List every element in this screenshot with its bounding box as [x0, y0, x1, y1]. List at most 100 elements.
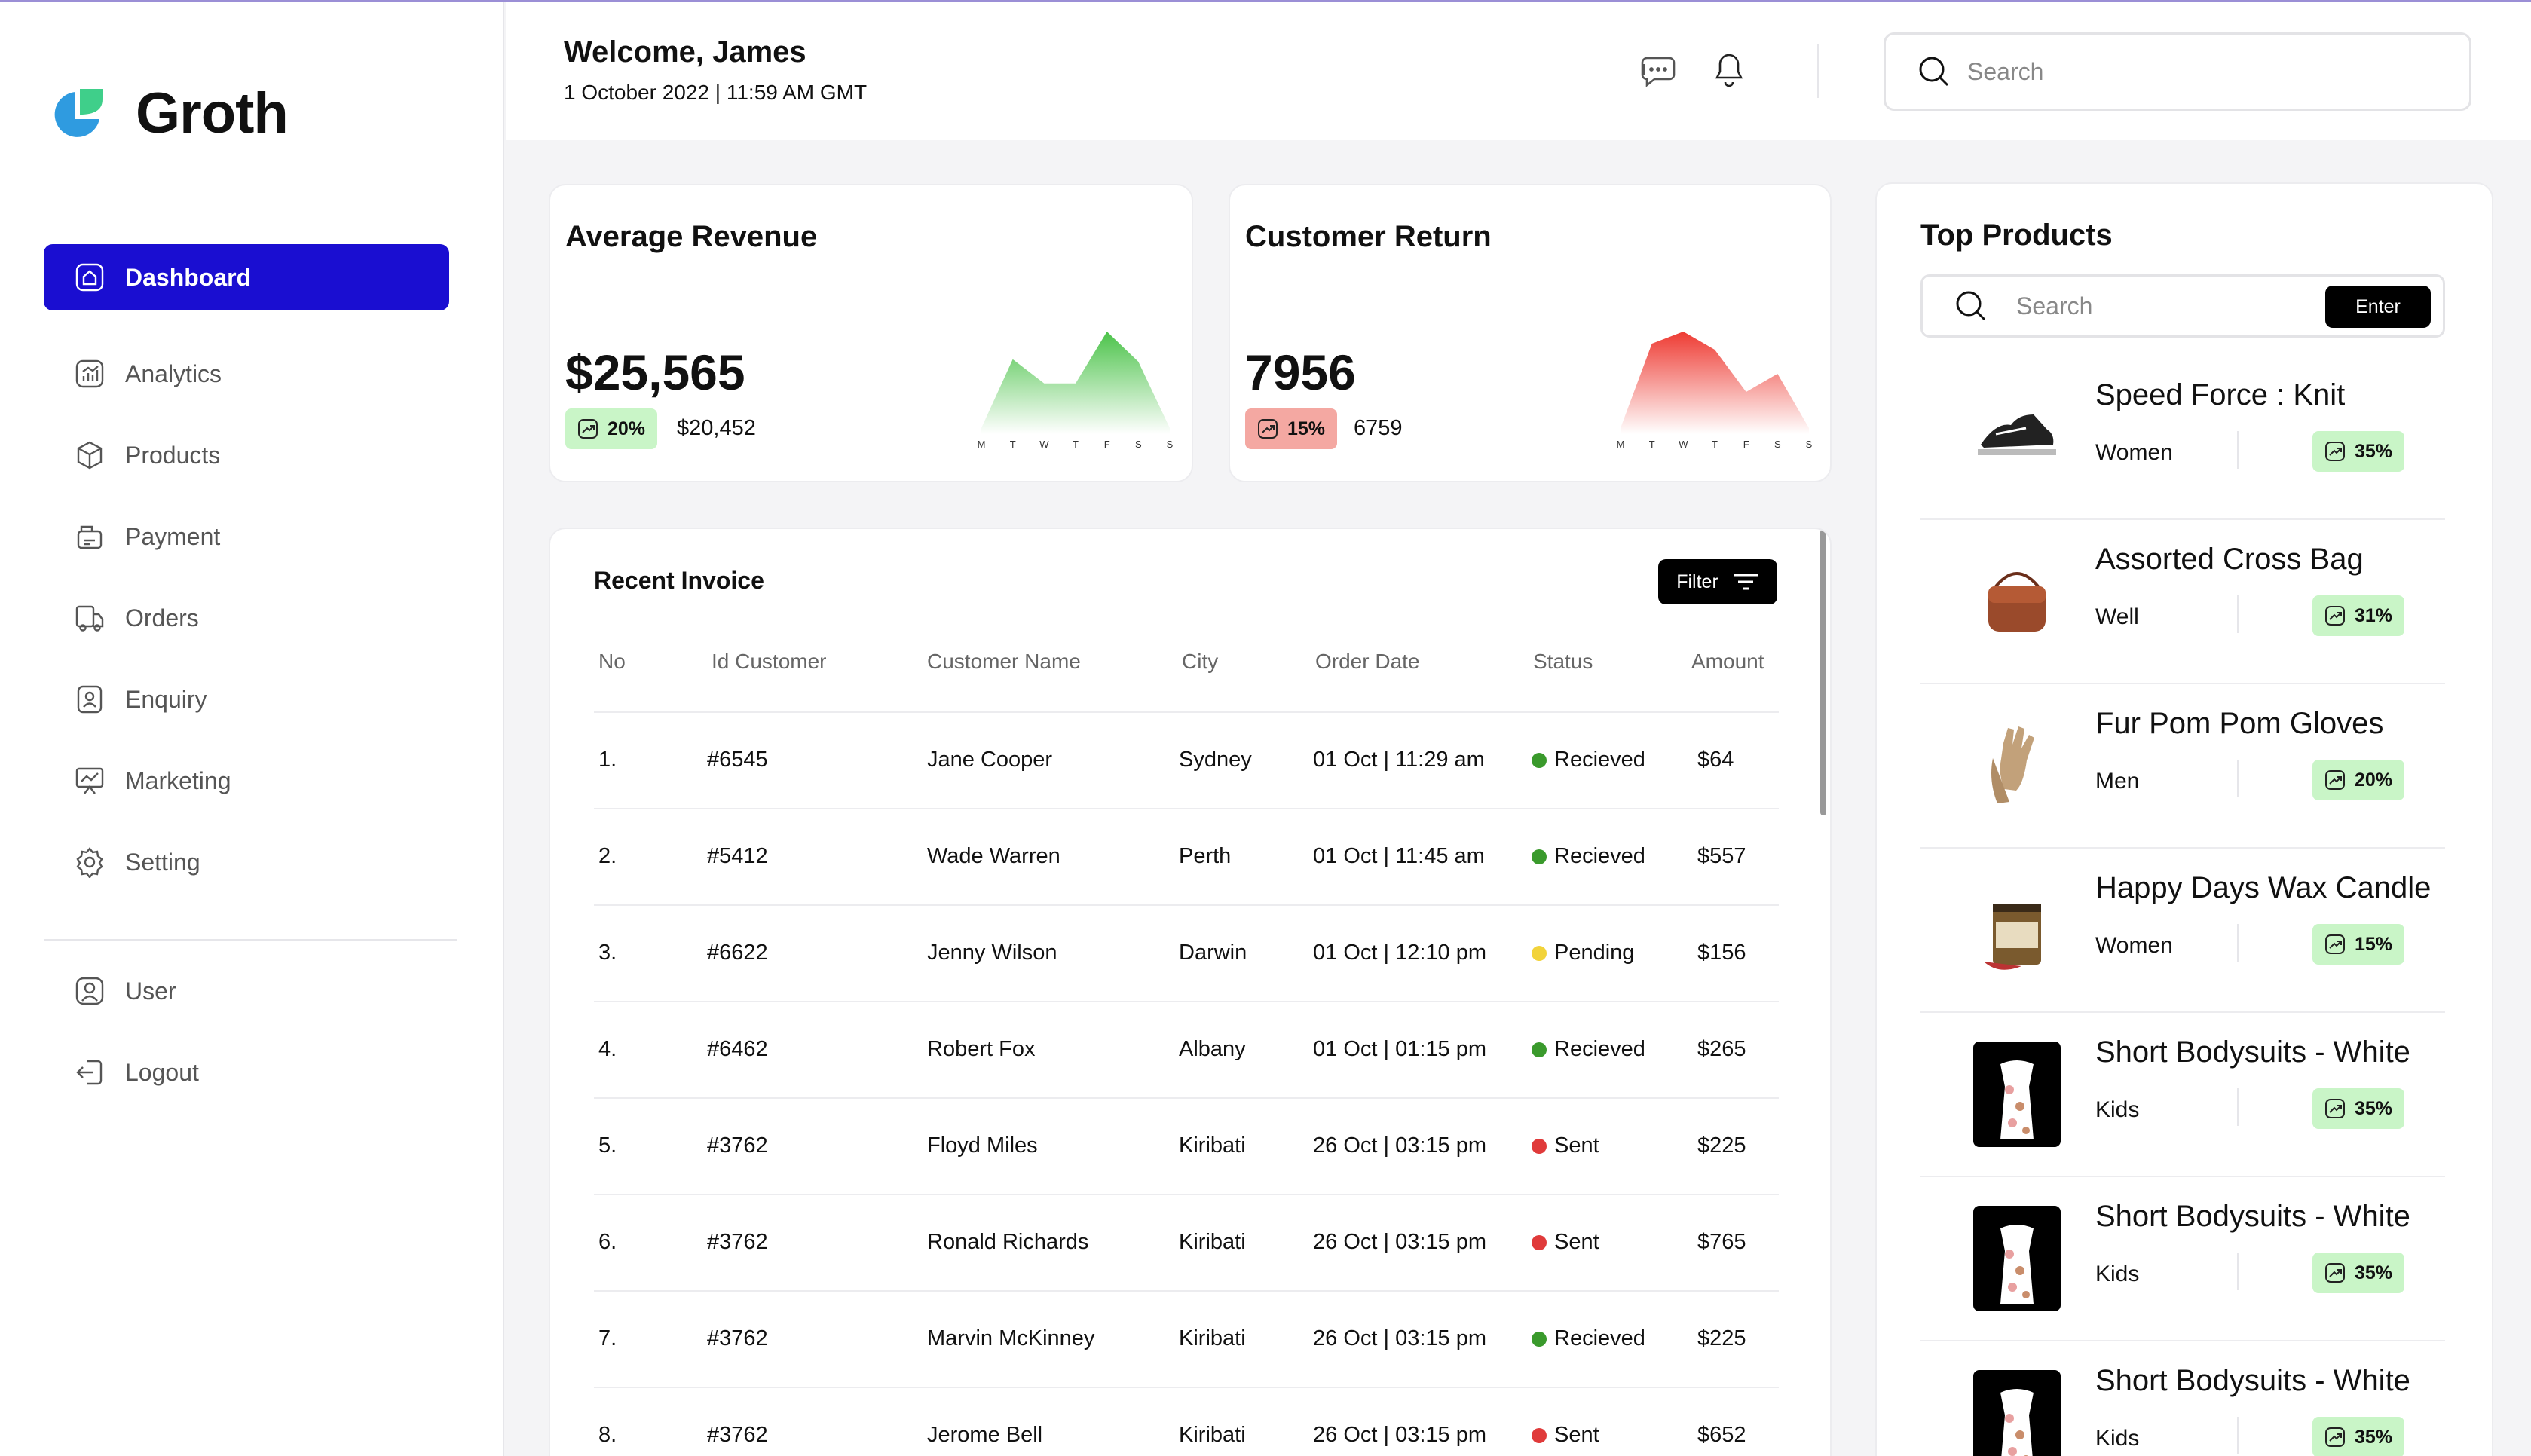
sidebar-item-label: Marketing — [125, 766, 231, 794]
cell-order-date: 26 Oct | 03:15 pm — [1313, 1326, 1486, 1350]
sidebar-item-marketing[interactable]: Marketing — [44, 748, 449, 814]
cell-id: #6545 — [707, 748, 768, 772]
day-tick-label: T — [1712, 439, 1718, 449]
cell-status: Recieved — [1532, 844, 1645, 869]
product-image-bodysuit — [1973, 1042, 2061, 1147]
sidebar-item-orders[interactable]: Orders — [44, 585, 449, 651]
table-row[interactable]: 1. #6545 Jane Cooper Sydney 01 Oct | 11:29 a… — [594, 711, 1779, 808]
product-change-value: 20% — [2355, 769, 2393, 791]
cell-amount: $557 — [1697, 844, 1746, 868]
product-change-value: 15% — [2355, 933, 2393, 955]
product-search[interactable]: Enter — [1920, 274, 2445, 338]
invoice-scrollbar[interactable] — [1820, 529, 1826, 815]
sidebar-item-label: Payment — [125, 522, 221, 550]
product-item[interactable]: Short Bodysuits - White Kids 35% — [1920, 1341, 2445, 1456]
product-change-value: 35% — [2355, 440, 2393, 462]
product-search-input[interactable] — [2016, 292, 2303, 320]
sidebar-item-payment[interactable]: Payment — [44, 503, 449, 570]
product-change-value: 31% — [2355, 604, 2393, 626]
product-item[interactable]: Fur Pom Pom Gloves Men 20% — [1920, 684, 2445, 849]
trend-up-icon — [2325, 442, 2345, 461]
cell-status: Sent — [1532, 1423, 1599, 1448]
product-image-gloves — [1973, 713, 2061, 818]
cell-customer-name: Marvin McKinney — [927, 1326, 1095, 1350]
table-row[interactable]: 8. #3762 Jerome Bell Kiribati 26 Oct | 03:15… — [594, 1387, 1779, 1456]
table-row[interactable]: 2. #5412 Wade Warren Perth 01 Oct | 11:45 am… — [594, 808, 1779, 904]
sidebar-item-label: Orders — [125, 604, 199, 632]
product-item[interactable]: Short Bodysuits - White Kids 35% — [1920, 1013, 2445, 1177]
cell-city: Kiribati — [1179, 1326, 1246, 1350]
brand[interactable]: Groth — [50, 81, 289, 146]
product-item[interactable]: Happy Days Wax Candle Women 15% — [1920, 849, 2445, 1013]
sidebar-item-label: Products — [125, 441, 221, 469]
product-name: Short Bodysuits - White — [2095, 1035, 2410, 1069]
product-separator — [2237, 1253, 2239, 1290]
truck-icon — [74, 602, 106, 634]
cell-status: Recieved — [1532, 1326, 1645, 1351]
status-label: Recieved — [1554, 844, 1645, 868]
status-label: Recieved — [1554, 1037, 1645, 1061]
product-image-candle — [1973, 877, 2061, 983]
product-separator — [2237, 1417, 2239, 1454]
cell-status: Sent — [1532, 1133, 1599, 1158]
header-search[interactable] — [1884, 32, 2471, 111]
sidebar-item-analytics[interactable]: Analytics — [44, 341, 449, 407]
status-dot — [1532, 849, 1547, 864]
table-row[interactable]: 6. #3762 Ronald Richards Kiribati 26 Oct | 0… — [594, 1194, 1779, 1290]
current-datetime: 1 October 2022 | 11:59 AM GMT — [564, 81, 868, 104]
table-row[interactable]: 3. #6622 Jenny Wilson Darwin 01 Oct | 12:10 … — [594, 904, 1779, 1001]
top-products-title: Top Products — [1920, 219, 2113, 252]
sidebar-item-enquiry[interactable]: Enquiry — [44, 666, 449, 733]
cell-order-date: 26 Oct | 03:15 pm — [1313, 1230, 1486, 1254]
trend-up-icon — [578, 419, 598, 439]
cell-no: 4. — [598, 1037, 617, 1061]
product-change-badge: 35% — [2312, 1253, 2405, 1293]
product-category: Kids — [2095, 1262, 2140, 1286]
product-item[interactable]: Assorted Cross Bag Well 31% — [1920, 520, 2445, 684]
sidebar-item-setting[interactable]: Setting — [44, 829, 449, 895]
cell-amount: $225 — [1697, 1326, 1746, 1350]
card-title: Customer Return — [1245, 220, 1492, 253]
product-item[interactable]: Speed Force : Knit Women 35% — [1920, 356, 2445, 520]
cell-amount: $156 — [1697, 941, 1746, 965]
product-item[interactable]: Short Bodysuits - White Kids 35% — [1920, 1177, 2445, 1341]
product-image-bag — [1973, 549, 2061, 654]
filter-button[interactable]: Filter — [1658, 559, 1777, 604]
day-tick-label: S — [1806, 439, 1813, 449]
sidebar-item-user[interactable]: User — [44, 958, 449, 1024]
sidebar-item-logout[interactable]: Logout — [44, 1039, 449, 1106]
enter-button[interactable]: Enter — [2325, 286, 2431, 328]
product-change-value: 35% — [2355, 1426, 2393, 1448]
cell-id: #3762 — [707, 1326, 768, 1350]
average-revenue-card: Average Revenue $25,565 20% $20,452 M T W T… — [549, 184, 1193, 482]
table-row[interactable]: 7. #3762 Marvin McKinney Kiribati 26 Oct | 0… — [594, 1290, 1779, 1387]
home-icon — [74, 262, 106, 293]
cell-no: 3. — [598, 941, 617, 965]
header-search-input[interactable] — [1967, 57, 2419, 86]
status-dot — [1532, 752, 1547, 768]
trend-up-icon — [2325, 934, 2345, 954]
cell-no: 6. — [598, 1230, 617, 1254]
status-label: Sent — [1554, 1423, 1599, 1447]
table-row[interactable]: 4. #6462 Robert Fox Albany 01 Oct | 01:15 pm… — [594, 1001, 1779, 1097]
revenue-previous-value: $20,452 — [677, 416, 756, 440]
cell-customer-name: Jane Cooper — [927, 748, 1053, 772]
customer-return-card: Customer Return 7956 15% 6759 M T W T F S S — [1229, 184, 1832, 482]
status-label: Sent — [1554, 1133, 1599, 1158]
sidebar-item-dashboard[interactable]: Dashboard — [44, 244, 449, 310]
cell-city: Perth — [1179, 844, 1232, 868]
sidebar-item-products[interactable]: Products — [44, 422, 449, 488]
chat-icon[interactable] — [1636, 49, 1679, 91]
day-tick-label: M — [978, 439, 986, 449]
bell-icon[interactable] — [1708, 49, 1750, 91]
cell-id: #6462 — [707, 1037, 768, 1061]
revenue-change-badge: 20% — [565, 408, 658, 449]
table-row[interactable]: 5. #3762 Floyd Miles Kiribati 26 Oct | 03:15… — [594, 1097, 1779, 1194]
cell-no: 7. — [598, 1326, 617, 1350]
product-category: Women — [2095, 933, 2173, 958]
day-tick-label: F — [1743, 439, 1749, 449]
trend-up-icon — [2325, 770, 2345, 790]
day-tick-label: S — [1774, 439, 1781, 449]
trend-area — [981, 332, 1170, 434]
product-separator — [2237, 1088, 2239, 1126]
